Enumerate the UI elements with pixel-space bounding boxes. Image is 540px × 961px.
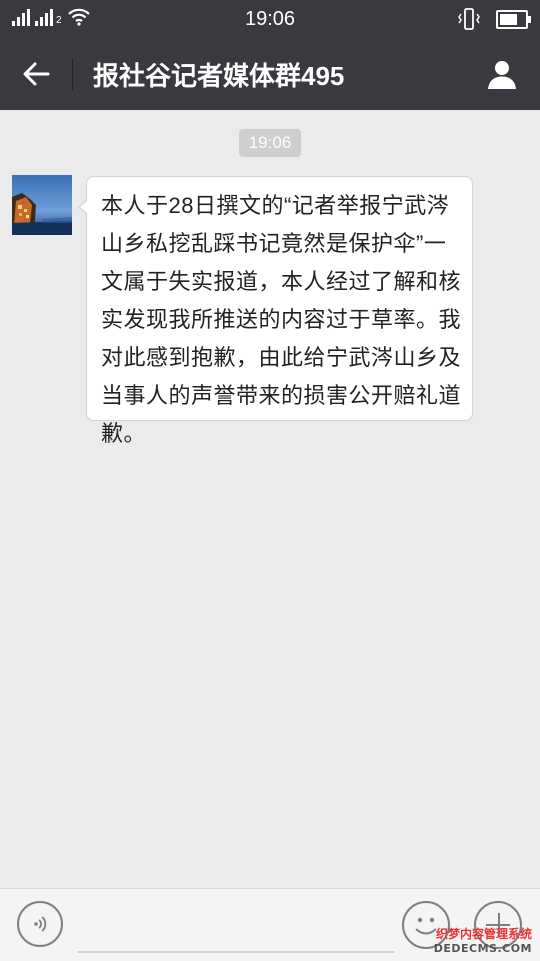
battery-icon (496, 9, 531, 29)
message-timestamp: 19:06 (239, 129, 301, 157)
message-text: 本人于28日撰文的“记者举报宁武涔山乡私挖乱踩书记竟然是保护伞”一文属于失实报道… (101, 193, 462, 446)
watermark: 织梦内容管理系统 DEDECMS.COM (434, 925, 532, 955)
watermark-line2: DEDECMS.COM (433, 942, 532, 955)
message-bubble[interactable]: 本人于28日撰文的“记者举报宁武涔山乡私挖乱踩书记竟然是保护伞”一文属于失实报道… (78, 176, 473, 446)
vibrate-icon (456, 8, 482, 30)
person-icon (486, 58, 518, 90)
back-button[interactable] (14, 54, 58, 94)
message-input[interactable] (78, 907, 394, 953)
avatar[interactable] (12, 175, 72, 235)
group-info-button[interactable] (482, 54, 522, 94)
watermark-line1: 织梦内容管理系统 (435, 927, 532, 941)
chat-title: 报社谷记者媒体群495 (93, 61, 345, 91)
header-divider (72, 58, 73, 90)
status-right-icons (456, 8, 531, 30)
voice-icon (30, 914, 50, 934)
back-arrow-icon (22, 62, 50, 86)
voice-button[interactable] (17, 901, 63, 947)
status-bar: 2 19:06 (0, 0, 540, 38)
chat-header: 报社谷记者媒体群495 (0, 38, 540, 110)
input-bar: 织梦内容管理系统 DEDECMS.COM (0, 888, 540, 961)
